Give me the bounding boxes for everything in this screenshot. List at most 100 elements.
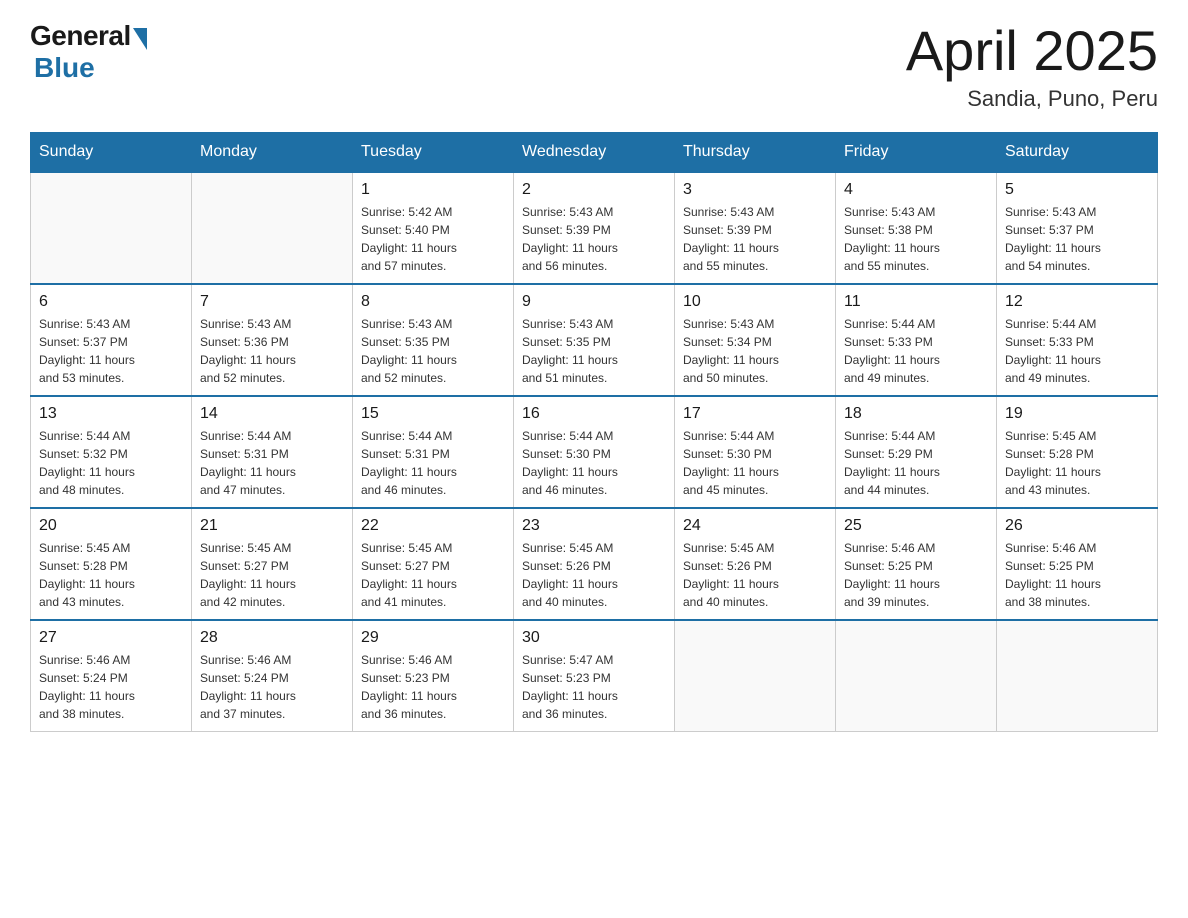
day-info: Sunrise: 5:43 AM Sunset: 5:38 PM Dayligh… xyxy=(844,203,988,275)
day-number: 25 xyxy=(844,517,988,535)
weekday-header-row: SundayMondayTuesdayWednesdayThursdayFrid… xyxy=(31,132,1158,172)
calendar-cell: 20Sunrise: 5:45 AM Sunset: 5:28 PM Dayli… xyxy=(31,508,192,620)
day-number: 19 xyxy=(1005,405,1149,423)
day-info: Sunrise: 5:44 AM Sunset: 5:31 PM Dayligh… xyxy=(200,427,344,499)
day-number: 15 xyxy=(361,405,505,423)
calendar-cell: 29Sunrise: 5:46 AM Sunset: 5:23 PM Dayli… xyxy=(353,620,514,732)
calendar-cell: 9 Sunrise: 5:43 AM Sunset: 5:35 PM Daylig… xyxy=(514,284,675,396)
day-number: 29 xyxy=(361,629,505,647)
logo-general-text: General xyxy=(30,20,131,52)
day-info: Sunrise: 5:46 AM Sunset: 5:24 PM Dayligh… xyxy=(39,651,183,723)
calendar-cell: 14 Sunrise: 5:44 AM Sunset: 5:31 PM Dayli… xyxy=(192,396,353,508)
day-number: 21 xyxy=(200,517,344,535)
day-info: Sunrise: 5:43 AM Sunset: 5:37 PM Dayligh… xyxy=(1005,203,1149,275)
day-number: 2 xyxy=(522,181,666,199)
day-number: 20 xyxy=(39,517,183,535)
page-header: General Blue April 2025 Sandia, Puno, Pe… xyxy=(30,20,1158,112)
day-info: Sunrise: 5:43 AM Sunset: 5:37 PM Dayligh… xyxy=(39,315,183,387)
day-number: 14 xyxy=(200,405,344,423)
calendar-cell: 5 Sunrise: 5:43 AM Sunset: 5:37 PM Daylig… xyxy=(997,172,1158,284)
day-info: Sunrise: 5:45 AM Sunset: 5:27 PM Dayligh… xyxy=(361,539,505,611)
day-info: Sunrise: 5:46 AM Sunset: 5:25 PM Dayligh… xyxy=(1005,539,1149,611)
calendar-cell: 24 Sunrise: 5:45 AM Sunset: 5:26 PM Dayli… xyxy=(675,508,836,620)
day-number: 28 xyxy=(200,629,344,647)
calendar-cell: 11Sunrise: 5:44 AM Sunset: 5:33 PM Dayli… xyxy=(836,284,997,396)
day-info: Sunrise: 5:43 AM Sunset: 5:39 PM Dayligh… xyxy=(683,203,827,275)
weekday-header-saturday: Saturday xyxy=(997,132,1158,172)
day-number: 27 xyxy=(39,629,183,647)
day-number: 9 xyxy=(522,293,666,311)
calendar-cell xyxy=(192,172,353,284)
day-info: Sunrise: 5:44 AM Sunset: 5:32 PM Dayligh… xyxy=(39,427,183,499)
calendar-cell: 7 Sunrise: 5:43 AM Sunset: 5:36 PM Daylig… xyxy=(192,284,353,396)
weekday-header-tuesday: Tuesday xyxy=(353,132,514,172)
calendar-cell xyxy=(997,620,1158,732)
day-info: Sunrise: 5:44 AM Sunset: 5:31 PM Dayligh… xyxy=(361,427,505,499)
day-info: Sunrise: 5:45 AM Sunset: 5:26 PM Dayligh… xyxy=(683,539,827,611)
day-number: 4 xyxy=(844,181,988,199)
calendar-cell: 12 Sunrise: 5:44 AM Sunset: 5:33 PM Dayli… xyxy=(997,284,1158,396)
calendar-cell: 26 Sunrise: 5:46 AM Sunset: 5:25 PM Dayli… xyxy=(997,508,1158,620)
weekday-header-thursday: Thursday xyxy=(675,132,836,172)
day-number: 24 xyxy=(683,517,827,535)
day-info: Sunrise: 5:47 AM Sunset: 5:23 PM Dayligh… xyxy=(522,651,666,723)
calendar-week-row: 20Sunrise: 5:45 AM Sunset: 5:28 PM Dayli… xyxy=(31,508,1158,620)
logo-blue-text: Blue xyxy=(34,52,95,84)
day-number: 30 xyxy=(522,629,666,647)
day-info: Sunrise: 5:46 AM Sunset: 5:25 PM Dayligh… xyxy=(844,539,988,611)
logo: General Blue xyxy=(30,20,147,84)
day-info: Sunrise: 5:44 AM Sunset: 5:30 PM Dayligh… xyxy=(522,427,666,499)
weekday-header-friday: Friday xyxy=(836,132,997,172)
calendar-location: Sandia, Puno, Peru xyxy=(906,86,1158,112)
calendar-week-row: 27 Sunrise: 5:46 AM Sunset: 5:24 PM Dayli… xyxy=(31,620,1158,732)
day-info: Sunrise: 5:44 AM Sunset: 5:33 PM Dayligh… xyxy=(1005,315,1149,387)
calendar-cell xyxy=(31,172,192,284)
calendar-cell: 3 Sunrise: 5:43 AM Sunset: 5:39 PM Daylig… xyxy=(675,172,836,284)
day-number: 1 xyxy=(361,181,505,199)
calendar-cell: 28 Sunrise: 5:46 AM Sunset: 5:24 PM Dayli… xyxy=(192,620,353,732)
day-info: Sunrise: 5:45 AM Sunset: 5:26 PM Dayligh… xyxy=(522,539,666,611)
day-info: Sunrise: 5:43 AM Sunset: 5:35 PM Dayligh… xyxy=(522,315,666,387)
calendar-week-row: 13 Sunrise: 5:44 AM Sunset: 5:32 PM Dayli… xyxy=(31,396,1158,508)
day-number: 12 xyxy=(1005,293,1149,311)
calendar-cell: 15 Sunrise: 5:44 AM Sunset: 5:31 PM Dayli… xyxy=(353,396,514,508)
day-number: 26 xyxy=(1005,517,1149,535)
day-number: 7 xyxy=(200,293,344,311)
calendar-cell xyxy=(836,620,997,732)
weekday-header-wednesday: Wednesday xyxy=(514,132,675,172)
calendar-cell: 21Sunrise: 5:45 AM Sunset: 5:27 PM Dayli… xyxy=(192,508,353,620)
day-number: 22 xyxy=(361,517,505,535)
calendar-cell: 22 Sunrise: 5:45 AM Sunset: 5:27 PM Dayli… xyxy=(353,508,514,620)
calendar-cell: 2 Sunrise: 5:43 AM Sunset: 5:39 PM Daylig… xyxy=(514,172,675,284)
calendar-cell: 6 Sunrise: 5:43 AM Sunset: 5:37 PM Daylig… xyxy=(31,284,192,396)
logo-arrow-icon xyxy=(133,28,147,50)
calendar-cell: 18Sunrise: 5:44 AM Sunset: 5:29 PM Dayli… xyxy=(836,396,997,508)
day-number: 11 xyxy=(844,293,988,311)
day-number: 5 xyxy=(1005,181,1149,199)
day-info: Sunrise: 5:43 AM Sunset: 5:39 PM Dayligh… xyxy=(522,203,666,275)
calendar-cell: 30 Sunrise: 5:47 AM Sunset: 5:23 PM Dayli… xyxy=(514,620,675,732)
day-info: Sunrise: 5:46 AM Sunset: 5:24 PM Dayligh… xyxy=(200,651,344,723)
day-info: Sunrise: 5:42 AM Sunset: 5:40 PM Dayligh… xyxy=(361,203,505,275)
calendar-week-row: 6 Sunrise: 5:43 AM Sunset: 5:37 PM Daylig… xyxy=(31,284,1158,396)
day-number: 13 xyxy=(39,405,183,423)
day-info: Sunrise: 5:43 AM Sunset: 5:35 PM Dayligh… xyxy=(361,315,505,387)
day-number: 18 xyxy=(844,405,988,423)
calendar-table: SundayMondayTuesdayWednesdayThursdayFrid… xyxy=(30,132,1158,732)
day-number: 3 xyxy=(683,181,827,199)
calendar-title: April 2025 xyxy=(906,20,1158,82)
calendar-cell: 10 Sunrise: 5:43 AM Sunset: 5:34 PM Dayli… xyxy=(675,284,836,396)
day-number: 10 xyxy=(683,293,827,311)
day-info: Sunrise: 5:43 AM Sunset: 5:36 PM Dayligh… xyxy=(200,315,344,387)
day-number: 6 xyxy=(39,293,183,311)
day-info: Sunrise: 5:45 AM Sunset: 5:28 PM Dayligh… xyxy=(1005,427,1149,499)
calendar-cell: 1 Sunrise: 5:42 AM Sunset: 5:40 PM Daylig… xyxy=(353,172,514,284)
day-number: 16 xyxy=(522,405,666,423)
calendar-cell: 4 Sunrise: 5:43 AM Sunset: 5:38 PM Daylig… xyxy=(836,172,997,284)
weekday-header-sunday: Sunday xyxy=(31,132,192,172)
day-info: Sunrise: 5:43 AM Sunset: 5:34 PM Dayligh… xyxy=(683,315,827,387)
calendar-cell: 16 Sunrise: 5:44 AM Sunset: 5:30 PM Dayli… xyxy=(514,396,675,508)
calendar-cell: 17Sunrise: 5:44 AM Sunset: 5:30 PM Dayli… xyxy=(675,396,836,508)
weekday-header-monday: Monday xyxy=(192,132,353,172)
calendar-cell: 8Sunrise: 5:43 AM Sunset: 5:35 PM Daylig… xyxy=(353,284,514,396)
